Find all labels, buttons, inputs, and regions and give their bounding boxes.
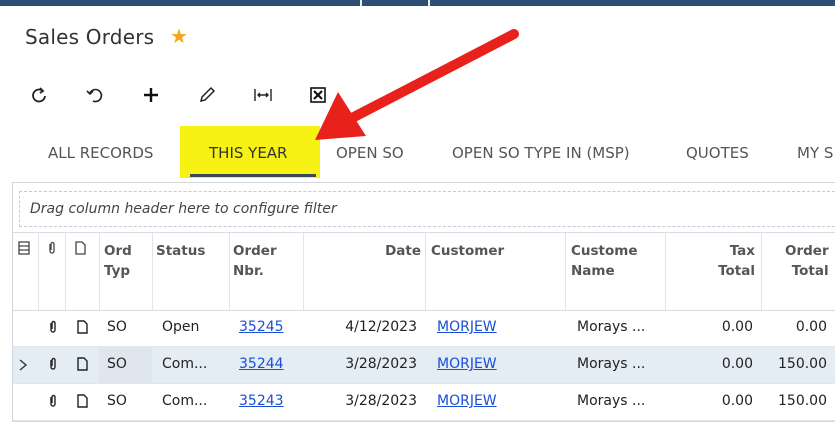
customer-name-cell: Morays ... bbox=[577, 356, 646, 372]
tab-all-records[interactable]: ALL RECORDS bbox=[48, 144, 153, 162]
column-settings-header[interactable] bbox=[13, 233, 39, 310]
excel-icon[interactable] bbox=[303, 80, 333, 110]
tab-my-s[interactable]: MY S bbox=[797, 144, 833, 162]
filter-drop-zone[interactable]: Drag column header here to configure fil… bbox=[19, 191, 835, 227]
tax-total-cell: 0.00 bbox=[721, 393, 753, 409]
order-type-cell: SO bbox=[107, 356, 127, 372]
header-label: Name bbox=[571, 263, 615, 279]
page-title: Sales Orders bbox=[25, 25, 155, 49]
order-nbr-header[interactable]: Order Nbr. bbox=[229, 233, 304, 310]
customer-name-header[interactable]: Custome Name bbox=[565, 233, 666, 310]
order-nbr-link[interactable]: 35244 bbox=[239, 356, 284, 372]
date-cell: 3/28/2023 bbox=[345, 356, 417, 372]
sales-orders-grid: Drag column header here to configure fil… bbox=[12, 182, 835, 422]
note-icon bbox=[75, 241, 86, 255]
customer-link[interactable]: MORJEW bbox=[437, 356, 497, 372]
order-total-header[interactable]: Order Total bbox=[761, 233, 835, 310]
status-cell: Open bbox=[162, 319, 200, 335]
order-type-header[interactable]: Ord Typ bbox=[99, 233, 153, 310]
header-label: Ord bbox=[104, 243, 132, 259]
tab-this-year[interactable]: THIS YEAR bbox=[209, 144, 287, 162]
header-label: Tax bbox=[729, 243, 755, 259]
status-cell: Com... bbox=[162, 356, 208, 372]
paperclip-icon bbox=[49, 241, 55, 254]
undo-icon[interactable] bbox=[80, 80, 110, 110]
fit-columns-icon[interactable] bbox=[248, 80, 278, 110]
tab-bar: ALL RECORDS THIS YEAR OPEN SO OPEN SO TY… bbox=[0, 126, 835, 178]
date-cell: 3/28/2023 bbox=[345, 393, 417, 409]
order-type-cell: SO bbox=[107, 393, 127, 409]
status-cell: Com... bbox=[162, 393, 208, 409]
header-label: Typ bbox=[104, 263, 131, 279]
header-label: Customer bbox=[431, 243, 505, 259]
customer-link[interactable]: MORJEW bbox=[437, 319, 497, 335]
filter-hint: Drag column header here to configure fil… bbox=[30, 201, 337, 217]
tax-total-cell: 0.00 bbox=[721, 319, 753, 335]
notes-header[interactable] bbox=[65, 233, 100, 310]
paperclip-icon[interactable] bbox=[47, 320, 59, 334]
column-settings-icon[interactable] bbox=[17, 241, 31, 255]
tab-open-so-type-msp[interactable]: OPEN SO TYPE IN (MSP) bbox=[452, 144, 630, 162]
tab-quotes[interactable]: QUOTES bbox=[686, 144, 749, 162]
note-icon[interactable] bbox=[76, 394, 88, 408]
table-row[interactable]: SO Open 35245 4/12/2023 MORJEW Morays ..… bbox=[13, 310, 835, 347]
date-cell: 4/12/2023 bbox=[345, 319, 417, 335]
customer-name-cell: Morays ... bbox=[577, 319, 646, 335]
attachments-header[interactable] bbox=[38, 233, 66, 310]
tax-total-header[interactable]: Tax Total bbox=[665, 233, 762, 310]
pencil-icon[interactable] bbox=[192, 80, 222, 110]
star-icon[interactable]: ★ bbox=[170, 24, 188, 48]
active-tab-underline bbox=[190, 174, 316, 177]
order-nbr-link[interactable]: 35243 bbox=[239, 393, 284, 409]
table-row[interactable]: SO Com... 35244 3/28/2023 MORJEW Morays … bbox=[13, 347, 835, 384]
date-header[interactable]: Date bbox=[303, 233, 426, 310]
note-icon[interactable] bbox=[76, 320, 88, 334]
order-type-cell: SO bbox=[107, 319, 127, 335]
order-total-cell: 0.00 bbox=[795, 319, 827, 335]
header-label: Total bbox=[791, 263, 829, 279]
row-selector-chevron-icon[interactable] bbox=[18, 358, 28, 372]
order-nbr-link[interactable]: 35245 bbox=[239, 319, 284, 335]
paperclip-icon[interactable] bbox=[47, 357, 59, 371]
header-label: Order bbox=[233, 243, 277, 259]
plus-icon[interactable] bbox=[136, 80, 166, 110]
header-label: Custome bbox=[571, 243, 638, 259]
tab-open-so[interactable]: OPEN SO bbox=[336, 144, 404, 162]
grid-header: Ord Typ Status Order Nbr. Date Customer Cu… bbox=[13, 232, 835, 311]
customer-header[interactable]: Customer bbox=[425, 233, 566, 310]
order-total-cell: 150.00 bbox=[778, 393, 827, 409]
status-header[interactable]: Status bbox=[152, 233, 230, 310]
note-icon[interactable] bbox=[76, 357, 88, 371]
paperclip-icon[interactable] bbox=[47, 394, 59, 408]
tax-total-cell: 0.00 bbox=[721, 356, 753, 372]
header-label: Date bbox=[385, 243, 421, 259]
header-label: Order bbox=[785, 243, 829, 259]
refresh-icon[interactable] bbox=[24, 80, 54, 110]
header-label: Nbr. bbox=[233, 263, 264, 279]
header-label: Status bbox=[156, 243, 206, 259]
customer-name-cell: Morays ... bbox=[577, 393, 646, 409]
customer-link[interactable]: MORJEW bbox=[437, 393, 497, 409]
header-label: Total bbox=[718, 263, 755, 279]
table-row[interactable]: SO Com... 35243 3/28/2023 MORJEW Morays … bbox=[13, 384, 835, 421]
order-total-cell: 150.00 bbox=[778, 356, 827, 372]
